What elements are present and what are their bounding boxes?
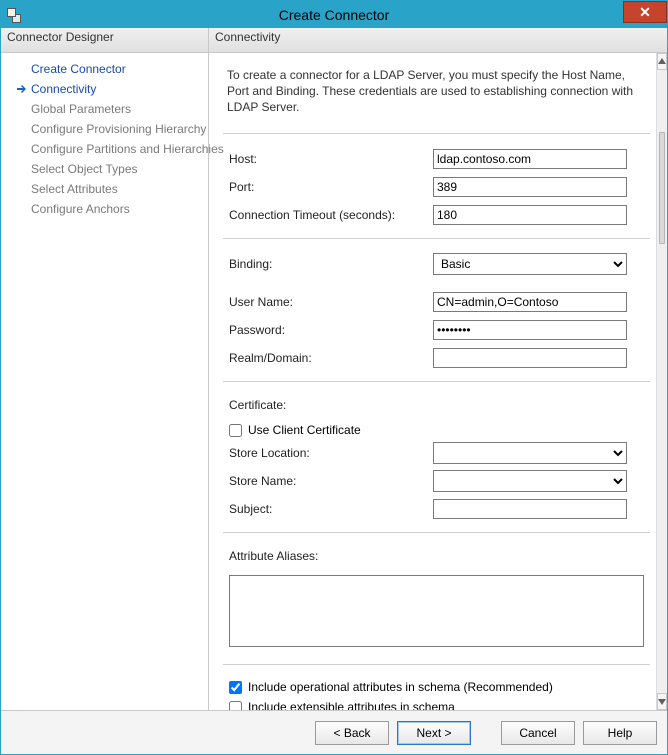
sidebar-item-anchors[interactable]: Configure Anchors	[1, 199, 208, 219]
scroll-thumb[interactable]	[659, 132, 665, 244]
vertical-scrollbar[interactable]	[656, 53, 667, 710]
sidebar-item-label: Configure Anchors	[29, 202, 130, 216]
include-extensible-checkbox[interactable]	[229, 701, 242, 710]
cancel-button[interactable]: Cancel	[501, 721, 575, 745]
host-input[interactable]	[433, 149, 627, 169]
row-password: Password:	[223, 317, 650, 343]
sidebar-item-label: Global Parameters	[29, 102, 131, 116]
help-button[interactable]: Help	[583, 721, 657, 745]
sidebar-item-partitions-hierarchies[interactable]: Configure Partitions and Hierarchies	[1, 139, 208, 159]
include-operational-label[interactable]: Include operational attributes in schema…	[248, 680, 553, 694]
attribute-aliases-textarea[interactable]	[229, 575, 644, 647]
sidebar-item-connectivity[interactable]: Connectivity	[1, 79, 208, 99]
row-store-name: Store Name:	[223, 468, 650, 494]
sidebar-header: Connector Designer	[1, 28, 208, 53]
main-header: Connectivity	[209, 28, 667, 53]
app-icon	[7, 7, 23, 23]
use-client-cert-label[interactable]: Use Client Certificate	[248, 423, 361, 437]
row-include-operational: Include operational attributes in schema…	[223, 677, 650, 697]
sidebar: Connector Designer Create Connector Conn…	[1, 28, 209, 710]
intro-text: To create a connector for a LDAP Server,…	[227, 67, 644, 116]
sidebar-item-label: Connectivity	[29, 82, 96, 96]
row-use-client-cert: Use Client Certificate	[223, 420, 650, 440]
include-extensible-label[interactable]: Include extensible attributes in schema	[248, 700, 455, 710]
scroll-track[interactable]	[657, 246, 667, 693]
row-timeout: Connection Timeout (seconds):	[223, 202, 650, 228]
username-label: User Name:	[223, 295, 433, 309]
use-client-cert-checkbox[interactable]	[229, 424, 242, 437]
scroll-down-arrow-icon[interactable]	[657, 693, 667, 710]
binding-select[interactable]: Basic	[433, 253, 627, 275]
row-port: Port:	[223, 174, 650, 200]
realm-label: Realm/Domain:	[223, 351, 433, 365]
create-connector-window: Create Connector ✕ Connector Designer Cr…	[0, 0, 668, 755]
row-username: User Name:	[223, 289, 650, 315]
row-realm: Realm/Domain:	[223, 345, 650, 371]
divider	[223, 381, 650, 382]
sidebar-item-attributes[interactable]: Select Attributes	[1, 179, 208, 199]
port-label: Port:	[223, 180, 433, 194]
certificate-section-label: Certificate:	[223, 394, 650, 420]
content-area: To create a connector for a LDAP Server,…	[209, 53, 656, 710]
host-label: Host:	[223, 152, 433, 166]
row-subject: Subject:	[223, 496, 650, 522]
main-pane: Connectivity To create a connector for a…	[209, 28, 667, 710]
store-location-label: Store Location:	[223, 446, 433, 460]
sidebar-item-label: Configure Provisioning Hierarchy	[29, 122, 206, 136]
footer-button-bar: < Back Next > Cancel Help	[1, 710, 667, 754]
store-name-select[interactable]	[433, 470, 627, 492]
include-operational-checkbox[interactable]	[229, 681, 242, 694]
row-host: Host:	[223, 146, 650, 172]
window-title: Create Connector	[1, 7, 667, 23]
sidebar-item-global-parameters[interactable]: Global Parameters	[1, 99, 208, 119]
divider	[223, 133, 650, 134]
sidebar-item-label: Select Object Types	[29, 162, 138, 176]
close-icon: ✕	[639, 4, 651, 21]
next-button[interactable]: Next >	[397, 721, 471, 745]
divider	[223, 664, 650, 665]
divider	[223, 532, 650, 533]
row-include-extensible: Include extensible attributes in schema	[223, 697, 650, 710]
sidebar-item-object-types[interactable]: Select Object Types	[1, 159, 208, 179]
store-location-select[interactable]	[433, 442, 627, 464]
store-name-label: Store Name:	[223, 474, 433, 488]
row-binding: Binding: Basic	[223, 251, 650, 277]
username-input[interactable]	[433, 292, 627, 312]
sidebar-item-label: Select Attributes	[29, 182, 118, 196]
realm-input[interactable]	[433, 348, 627, 368]
window-body: Connector Designer Create Connector Conn…	[1, 28, 667, 710]
subject-input[interactable]	[433, 499, 627, 519]
timeout-input[interactable]	[433, 205, 627, 225]
sidebar-items: Create Connector Connectivity Global Par…	[1, 53, 208, 219]
close-button[interactable]: ✕	[623, 1, 667, 23]
scroll-up-arrow-icon[interactable]	[657, 53, 667, 70]
aliases-label: Attribute Aliases:	[223, 545, 650, 571]
password-input[interactable]	[433, 320, 627, 340]
sidebar-item-create-connector[interactable]: Create Connector	[1, 59, 208, 79]
password-label: Password:	[223, 323, 433, 337]
main-body: To create a connector for a LDAP Server,…	[209, 53, 667, 710]
subject-label: Subject:	[223, 502, 433, 516]
row-store-location: Store Location:	[223, 440, 650, 466]
back-button[interactable]: < Back	[315, 721, 389, 745]
sidebar-item-provisioning-hierarchy[interactable]: Configure Provisioning Hierarchy	[1, 119, 208, 139]
current-step-arrow-icon	[15, 84, 29, 94]
timeout-label: Connection Timeout (seconds):	[223, 208, 433, 222]
sidebar-item-label: Create Connector	[29, 62, 126, 76]
sidebar-item-label: Configure Partitions and Hierarchies	[29, 142, 224, 156]
divider	[223, 238, 650, 239]
port-input[interactable]	[433, 177, 627, 197]
titlebar: Create Connector ✕	[1, 1, 667, 28]
binding-label: Binding:	[223, 257, 433, 271]
